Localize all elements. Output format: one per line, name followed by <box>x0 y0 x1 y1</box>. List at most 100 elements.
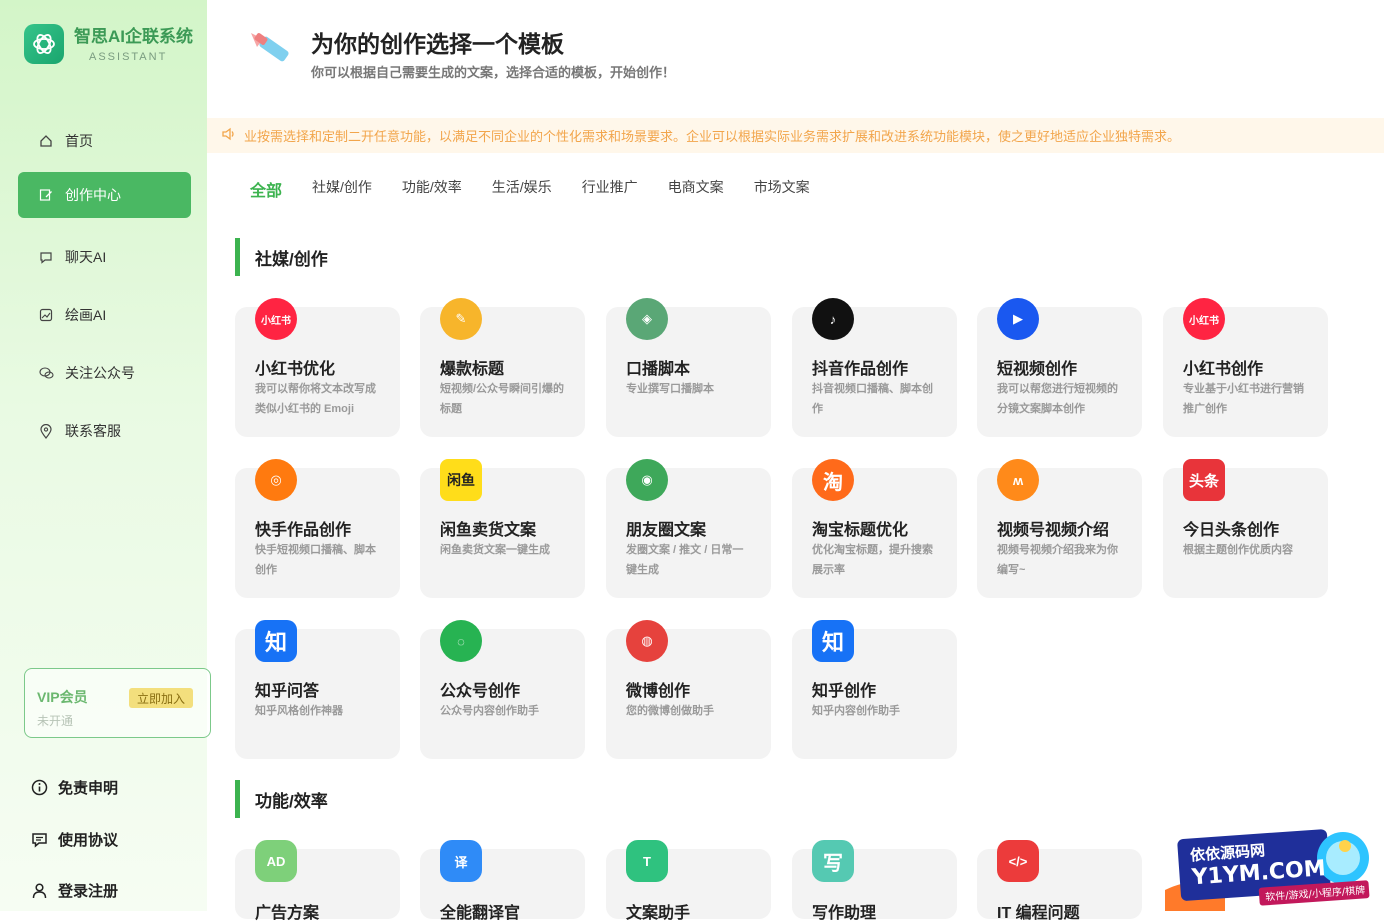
disclaimer-link[interactable]: 免责申明 <box>30 777 118 798</box>
template-card[interactable]: 小红书 小红书优化 我可以帮你将文本改写成类似小红书的 Emoji <box>235 298 400 437</box>
template-card-desc: 优化淘宝标题，提升搜索展示率 <box>812 544 933 576</box>
tab-all[interactable]: 全部 <box>250 177 282 201</box>
tab-market-copy[interactable]: 市场文案 <box>754 177 810 201</box>
template-card-title: 小红书优化 <box>255 361 336 378</box>
sidebar-item-drawing-ai[interactable]: 绘画AI <box>18 292 191 338</box>
template-card[interactable]: ʍ 视频号视频介绍 视频号视频介绍我来为你编写~ <box>977 459 1142 598</box>
edit-icon <box>38 187 54 203</box>
tab-industry-promotion[interactable]: 行业推广 <box>582 177 638 201</box>
template-card[interactable]: ♪ 抖音作品创作 抖音视频口播稿、脚本创作 <box>792 298 957 437</box>
template-card-title: 文案助手 <box>626 905 691 922</box>
template-card-desc: 视频号视频介绍我来为你编写~ <box>997 544 1118 576</box>
sidebar-item-contact-support[interactable]: 联系客服 <box>18 408 191 454</box>
toutiao-icon: 头条 <box>1183 459 1225 501</box>
xianyu-icon: 闲鱼 <box>440 459 482 501</box>
template-card[interactable]: T 文案助手 <box>606 840 771 922</box>
tab-social-media[interactable]: 社媒/创作 <box>312 177 372 201</box>
sidebar-item-label: 聊天AI <box>65 249 107 265</box>
template-card[interactable]: 小红书 小红书创作 专业基于小红书进行营销推广创作 <box>1163 298 1328 437</box>
section-title-social: 社媒/创作 <box>235 238 328 276</box>
section-title-function: 功能/效率 <box>235 780 328 818</box>
wechat-icon <box>38 365 54 381</box>
template-card-desc: 根据主题创作优质内容 <box>1183 544 1293 556</box>
template-card-desc: 我可以帮您进行短视频的分镜文案脚本创作 <box>997 383 1118 415</box>
logo-icon <box>33 34 55 54</box>
broadcast-icon: ◈ <box>626 298 668 340</box>
vip-join-button[interactable]: 立即加入 <box>129 688 193 708</box>
template-card-desc: 知乎风格创作神器 <box>255 705 343 717</box>
tab-life-entertainment[interactable]: 生活/娱乐 <box>492 177 552 201</box>
template-card-title: 快手作品创作 <box>255 522 352 539</box>
template-card[interactable]: ◉ 朋友圈文案 发圈文案 / 推文 / 日常一键生成 <box>606 459 771 598</box>
template-card-title: 抖音作品创作 <box>812 361 909 378</box>
template-card[interactable]: 闲鱼 闲鱼卖货文案 闲鱼卖货文案一键生成 <box>420 459 585 598</box>
template-card[interactable]: </> IT 编程问题 <box>977 840 1142 922</box>
xiaohongshu-icon: 小红书 <box>1183 298 1225 340</box>
template-card[interactable]: 知知乎创作 知乎内容创作助手 <box>792 620 957 759</box>
template-card-desc: 您的微博创做助手 <box>626 705 714 717</box>
code-icon: </> <box>997 840 1039 882</box>
sidebar-item-follow-account[interactable]: 关注公众号 <box>18 350 191 396</box>
agreement-icon <box>30 831 48 849</box>
template-card[interactable]: AD 广告方案 <box>235 840 400 922</box>
app-logo[interactable] <box>24 24 64 64</box>
template-card[interactable]: 头条 今日头条创作 根据主题创作优质内容 <box>1163 459 1328 598</box>
template-card-desc: 专业撰写口播脚本 <box>626 383 714 395</box>
agreement-link[interactable]: 使用协议 <box>30 829 118 850</box>
template-card-title: 写作助理 <box>812 905 877 922</box>
template-card-title: 全能翻译官 <box>440 905 521 922</box>
sidebar-item-creation-center[interactable]: 创作中心 <box>18 172 191 218</box>
sidebar-item-label: 创作中心 <box>65 187 121 203</box>
home-icon <box>38 133 54 149</box>
tiktok-icon: ♪ <box>812 298 854 340</box>
template-card-title: 微博创作 <box>626 683 691 700</box>
xiaohongshu-icon: 小红书 <box>255 298 297 340</box>
template-card-title: 广告方案 <box>255 905 320 922</box>
sidebar-item-chat-ai[interactable]: 聊天AI <box>18 234 191 280</box>
template-card[interactable]: ◍ 微博创作 您的微博创做助手 <box>606 620 771 759</box>
agreement-label: 使用协议 <box>58 832 119 849</box>
sidebar-item-label: 关注公众号 <box>65 365 135 381</box>
text-icon: T <box>626 840 668 882</box>
app-subtitle: ASSISTANT <box>89 51 168 63</box>
notice-text: 业按需选择和定制二开任意功能，以满足不同企业的个性化需求和场景要求。企业可以根据… <box>244 129 1181 144</box>
tab-function-efficiency[interactable]: 功能/效率 <box>402 177 462 201</box>
sidebar-item-label: 联系客服 <box>65 423 121 439</box>
speaker-icon <box>221 127 236 144</box>
official-account-icon: ◌ <box>440 620 482 662</box>
kuaishou-icon: ◎ <box>255 459 297 501</box>
category-tabs: 全部 社媒/创作 功能/效率 生活/娱乐 行业推广 电商文案 市场文案 <box>250 177 840 201</box>
tab-ecommerce-copy[interactable]: 电商文案 <box>668 177 724 201</box>
template-card[interactable]: 写写作助理 <box>792 840 957 922</box>
template-card-title: 视频号视频介绍 <box>997 522 1110 539</box>
user-icon <box>30 882 48 900</box>
template-card[interactable]: 知知乎问答 知乎风格创作神器 <box>235 620 400 759</box>
template-card[interactable]: ◌ 公众号创作公众号内容创作助手 <box>420 620 585 759</box>
template-card[interactable]: 淘淘宝标题优化 优化淘宝标题，提升搜索展示率 <box>792 459 957 598</box>
watermark-badge: 依依源码网 Y1YM.COM 软件/游戏/小程序/棋牌 <box>1165 820 1384 911</box>
taobao-icon: 淘 <box>812 459 854 501</box>
page-subtitle: 你可以根据自己需要生成的文案，选择合适的模板，开始创作！ <box>311 65 676 80</box>
sidebar-item-home[interactable]: 首页 <box>18 118 191 164</box>
sidebar-item-label: 首页 <box>65 133 93 149</box>
login-register-link[interactable]: 登录注册 <box>30 880 118 901</box>
template-card[interactable]: ◎ 快手作品创作快手短视频口播稿、脚本创作 <box>235 459 400 598</box>
template-card-title: 短视频创作 <box>997 361 1078 378</box>
zhihu-icon: 知 <box>812 620 854 662</box>
login-register-label: 登录注册 <box>58 883 119 900</box>
template-card[interactable]: 译全能翻译官 <box>420 840 585 922</box>
template-card-desc: 快手短视频口播稿、脚本创作 <box>255 544 376 576</box>
template-card-desc: 公众号内容创作助手 <box>440 705 539 717</box>
translate-icon: 译 <box>440 840 482 882</box>
image-icon <box>38 307 54 323</box>
write-icon: 写 <box>812 840 854 882</box>
template-card-title: 闲鱼卖货文案 <box>440 522 537 539</box>
template-card-title: IT 编程问题 <box>997 905 1080 922</box>
template-card-title: 知乎问答 <box>255 683 320 700</box>
template-card[interactable]: ◈ 口播脚本 专业撰写口播脚本 <box>606 298 771 437</box>
template-card-title: 公众号创作 <box>440 683 521 700</box>
template-card[interactable]: ▶ 短视频创作 我可以帮您进行短视频的分镜文案脚本创作 <box>977 298 1142 437</box>
vip-title: VIP会员 <box>37 689 88 705</box>
template-card-desc: 短视频/公众号瞬间引爆的标题 <box>440 383 565 415</box>
template-card[interactable]: ✎ 爆款标题 短视频/公众号瞬间引爆的标题 <box>420 298 585 437</box>
